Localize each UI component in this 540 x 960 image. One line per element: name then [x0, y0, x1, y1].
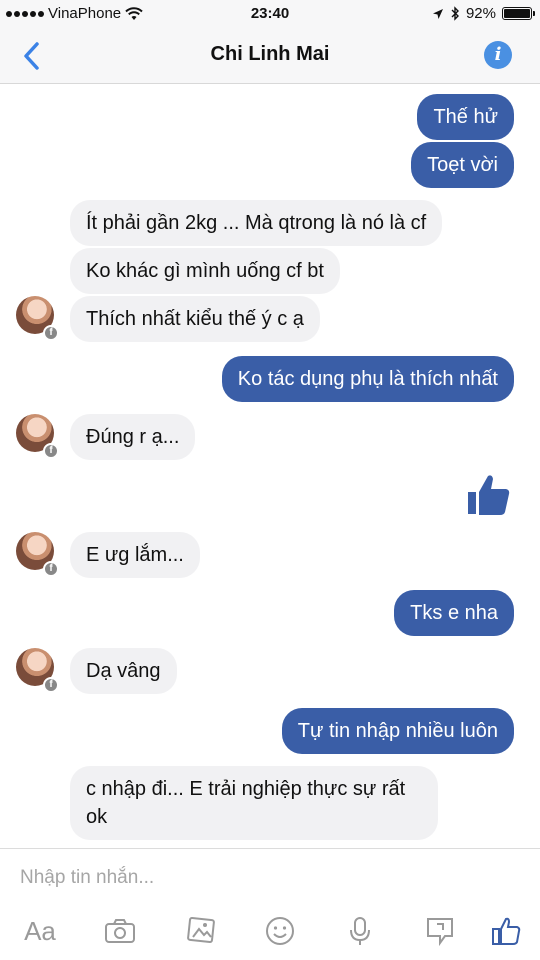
status-bar: VinaPhone 23:40 92% [0, 0, 540, 28]
emoji-icon [266, 917, 294, 945]
sticker-icon [427, 918, 453, 946]
message-bubble-incoming[interactable]: Ko khác gì mình uống cf bt [70, 248, 340, 294]
camera-button[interactable] [100, 913, 140, 949]
contact-avatar[interactable]: f [16, 532, 59, 578]
message-bubble-outgoing[interactable]: Thế hử [417, 94, 514, 140]
facebook-badge-icon: f [43, 443, 59, 459]
composer-toolbar: Aa [0, 909, 540, 953]
like-icon [492, 917, 521, 945]
message-bubble-outgoing[interactable]: Tự tin nhập nhiều luôn [281, 708, 514, 754]
info-button[interactable]: i [484, 41, 512, 69]
message-bubble-outgoing[interactable]: Toẹt vời [411, 142, 514, 188]
emoji-button[interactable] [260, 913, 300, 949]
gallery-icon [187, 917, 215, 943]
message-composer: Nhập tin nhắn... Aa [0, 848, 540, 960]
facebook-badge-icon: f [43, 677, 59, 693]
message-bubble-incoming[interactable]: Thích nhất kiểu thế ý c ạ [70, 296, 320, 342]
contact-avatar[interactable]: f [16, 648, 59, 694]
gallery-button[interactable] [180, 913, 220, 949]
battery-icon [502, 7, 535, 20]
battery-percent: 92% [465, 5, 496, 22]
contact-avatar[interactable]: f [16, 296, 59, 342]
status-right: 92% [432, 5, 535, 22]
message-bubble-outgoing[interactable]: Ko tác dụng phụ là thích nhất [221, 356, 514, 402]
sticker-button[interactable] [420, 913, 460, 949]
microphone-icon [350, 917, 370, 945]
facebook-badge-icon: f [43, 561, 59, 577]
thumbs-up-icon[interactable] [466, 472, 512, 518]
message-bubble-incoming[interactable]: Dạ vâng [70, 648, 177, 694]
message-bubble-incoming[interactable]: Đúng r ạ... [70, 414, 196, 460]
message-bubble-incoming[interactable]: E ưg lắm... [70, 532, 200, 578]
message-input[interactable]: Nhập tin nhắn... [20, 867, 520, 895]
message-bubble-outgoing[interactable]: Tks e nha [394, 590, 514, 636]
bluetooth-icon [451, 6, 459, 21]
message-bubble-incoming[interactable]: c nhập đi... E trải nghiệp thực sự rất o… [70, 766, 438, 840]
contact-avatar[interactable]: f [16, 414, 59, 460]
conversation-header: Chi Linh Mai i [0, 28, 540, 84]
microphone-button[interactable] [340, 913, 380, 949]
contact-name[interactable]: Chi Linh Mai [0, 43, 540, 66]
camera-icon [105, 919, 135, 943]
text-format-icon[interactable]: Aa [20, 913, 60, 949]
message-list[interactable]: Thế hử Toẹt vời Ít phải gần 2kg ... Mà q… [0, 84, 540, 848]
message-bubble-incoming[interactable]: Ít phải gần 2kg ... Mà qtrong là nó là c… [70, 200, 443, 246]
like-button[interactable] [486, 913, 526, 949]
facebook-badge-icon: f [43, 325, 59, 341]
location-arrow-icon [432, 8, 443, 19]
